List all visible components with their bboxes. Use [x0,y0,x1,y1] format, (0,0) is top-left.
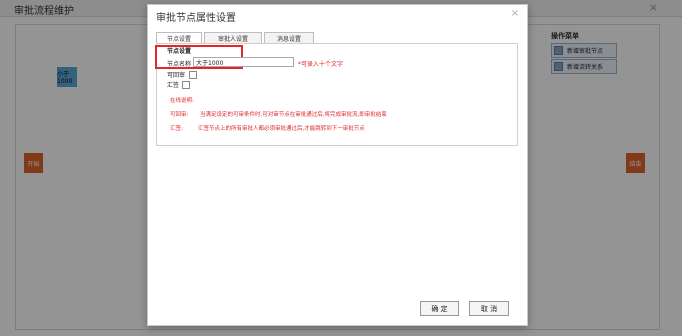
countersign-label: 汇签 [167,82,180,89]
node-properties-dialog: 审批节点属性设置 × 节点设置 审批人设置 消息设置 节点设置 节点名称 *可录… [147,4,528,326]
ok-button[interactable]: 确 定 [420,301,459,316]
sign-back-label: 可回审 [167,72,186,79]
help-countersign-key: 汇签: [170,126,183,132]
sign-back-checkbox[interactable] [189,71,197,79]
node-name-hint: *可录入十个文字 [298,61,344,68]
node-name-label: 节点名称 [167,61,192,68]
node-name-input[interactable] [193,57,294,67]
online-help-title: 在线说明: [170,98,194,104]
help-countersign-text: 汇签节点上的所有审批人都必须审批通过后,才能跳转到下一审批节点 [198,126,365,132]
help-sign-back-text: 当满足设定的可审条件时,可对审节点在审批通过后,将完成审批流,即审批结束 [200,112,387,118]
help-sign-back-key: 可回审: [170,112,189,118]
tab-message-settings[interactable]: 消息设置 [264,32,314,43]
cancel-button[interactable]: 取 消 [469,301,509,316]
tab-approver-settings[interactable]: 审批人设置 [204,32,262,43]
countersign-checkbox[interactable] [182,81,190,89]
close-icon[interactable]: × [511,8,519,19]
dialog-title: 审批节点属性设置 [156,13,236,24]
